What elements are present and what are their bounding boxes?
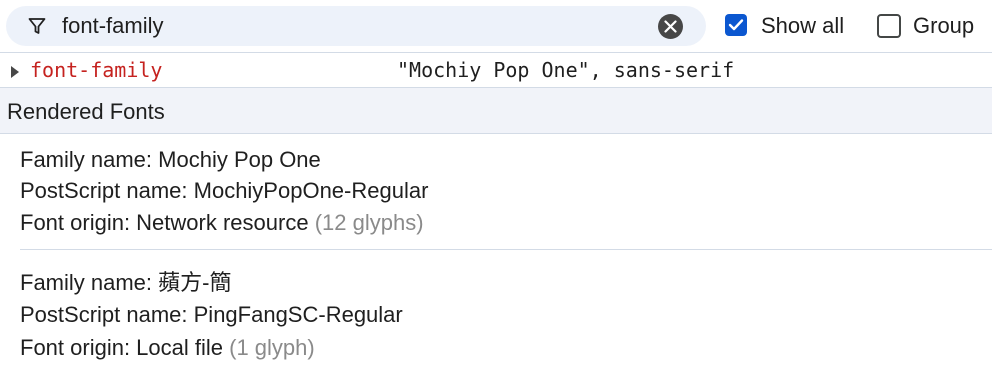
- postscript-name: PostScript name: MochiyPopOne-Regular: [20, 178, 429, 203]
- clear-icon: [664, 20, 677, 33]
- glyph-count: (1 glyph): [229, 335, 315, 360]
- computed-styles-toolbar: Show all Group: [0, 0, 992, 52]
- group-label[interactable]: Group: [913, 13, 974, 39]
- font-entry: Family name: 蘋方-簡 PostScript name: PingF…: [0, 250, 992, 384]
- family-name: Family name: Mochiy Pop One: [20, 147, 321, 172]
- glyph-count: (12 glyphs): [314, 210, 424, 235]
- family-name: Family name: 蘋方-簡: [20, 270, 232, 295]
- computed-property-row[interactable]: font-family "Mochiy Pop One", sans-serif: [0, 53, 992, 87]
- font-entry: Family name: Mochiy Pop One PostScript n…: [0, 133, 992, 249]
- clear-filter-button[interactable]: [658, 14, 683, 39]
- font-origin: Font origin: Network resource (12 glyphs…: [20, 210, 424, 236]
- font-origin-text: Font origin: Local file: [20, 335, 223, 360]
- postscript-name: PostScript name: PingFangSC-Regular: [20, 302, 403, 327]
- font-origin: Font origin: Local file (1 glyph): [20, 335, 315, 361]
- filter-box[interactable]: [6, 6, 706, 46]
- expand-triangle-icon[interactable]: [11, 66, 19, 78]
- show-all-label[interactable]: Show all: [761, 13, 844, 39]
- section-title: Rendered Fonts: [7, 99, 165, 124]
- show-all-checkbox[interactable]: [725, 14, 747, 36]
- filter-icon: [28, 17, 46, 35]
- property-value: "Mochiy Pop One", sans-serif: [397, 58, 735, 82]
- rendered-fonts-header: Rendered Fonts: [0, 87, 992, 134]
- property-name: font-family: [30, 58, 163, 82]
- filter-input[interactable]: [62, 12, 642, 40]
- font-origin-text: Font origin: Network resource: [20, 210, 309, 235]
- checkmark-icon: [728, 19, 744, 31]
- group-checkbox[interactable]: [877, 14, 901, 38]
